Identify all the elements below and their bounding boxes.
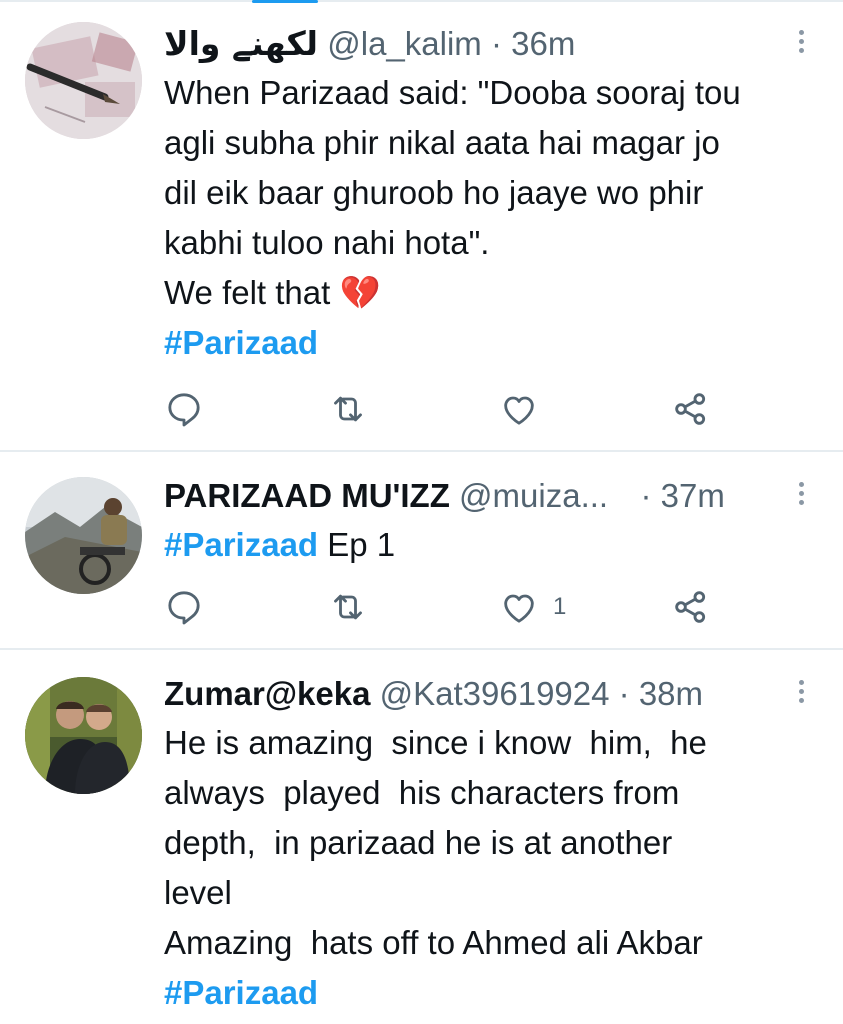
tweet-time[interactable]: 36m [511,25,575,62]
share-icon [675,591,706,623]
tweet-line: depth, in parizaad he is at another [164,824,673,861]
share-button[interactable] [671,389,711,429]
tweet-line: kabhi tuloo nahi hota". [164,224,490,261]
tweet-3[interactable]: Zumar@keka @Kat39619924 · 38m He is amaz… [0,650,843,1024]
retweet-button[interactable] [328,389,368,429]
retweet-icon [334,594,362,620]
share-icon [675,393,706,425]
tweet-line: level [164,874,232,911]
reply-button[interactable] [164,587,204,627]
tweet-line: We felt that 💔 [164,268,823,318]
tweet-text-suffix: Ep 1 [318,526,396,563]
tweet-header: Zumar@keka @Kat39619924 · 38m [164,670,823,718]
hashtag-link[interactable]: #Parizaad [164,968,823,1018]
tweet-text: He is amazing since i know him, he always… [164,718,823,1018]
tweet-line: always played his characters from [164,774,680,811]
avatar-zumar[interactable] [25,677,142,794]
like-icon [504,396,534,425]
tweet-actions [164,389,724,429]
tweet-header: لکھنے والا @la_kalim · 36m [164,20,823,68]
separator-dot: · [618,675,630,712]
tweet-time[interactable]: 38m [639,675,703,712]
tweet-header: PARIZAAD MU'IZZ @muiza... · 37m [164,472,823,520]
tweet-1[interactable]: لکھنے والا @la_kalim · 36m When Parizaad… [0,0,843,452]
like-icon [504,594,534,623]
tweet-time[interactable]: 37m [661,477,725,514]
tweet-2[interactable]: PARIZAAD MU'IZZ @muiza... · 37m #Parizaa… [0,452,843,650]
retweet-button[interactable] [328,587,368,627]
broken-heart-emoji: 💔 [339,274,381,311]
tweet-line: He is amazing since i know him, he [164,724,707,761]
author-name[interactable]: Zumar@keka [164,675,370,712]
tweet-text: #Parizaad Ep 1 [164,520,823,570]
separator-dot: · [490,25,502,62]
avatar-la-kalim[interactable] [25,22,142,139]
author-handle[interactable]: @la_kalim [327,25,482,62]
retweet-icon [334,396,362,422]
more-icon[interactable] [797,30,805,57]
tweet-line-text: We felt that [164,274,331,311]
tweet-line: When Parizaad said: "Dooba sooraj tou [164,74,741,111]
reply-button[interactable] [164,389,204,429]
tweet-line: Amazing hats off to Ahmed ali Akbar [164,924,703,961]
more-icon[interactable] [797,680,805,707]
hashtag-link[interactable]: #Parizaad [164,526,318,563]
reply-icon [168,591,200,625]
hashtag-link[interactable]: #Parizaad [164,318,823,368]
like-button[interactable] [499,389,553,429]
more-icon[interactable] [797,482,805,509]
author-name[interactable]: لکھنے والا [164,24,318,63]
reply-icon [168,393,200,427]
author-handle[interactable]: @muiza... [459,477,608,514]
tweet-line: dil eik baar ghuroob ho jaaye wo phir [164,174,704,211]
like-button[interactable]: 1 [499,587,566,627]
separator-dot: · [640,477,652,514]
author-handle[interactable]: @Kat39619924 [380,675,610,712]
tweet-text: When Parizaad said: "Dooba sooraj tou agl… [164,68,823,368]
like-count: 1 [553,593,567,620]
avatar-muizz[interactable] [25,477,142,594]
tweet-line: agli subha phir nikal aata hai magar jo [164,124,720,161]
tweet-actions: 1 [164,587,724,627]
share-button[interactable] [671,587,711,627]
author-name[interactable]: PARIZAAD MU'IZZ [164,477,450,514]
